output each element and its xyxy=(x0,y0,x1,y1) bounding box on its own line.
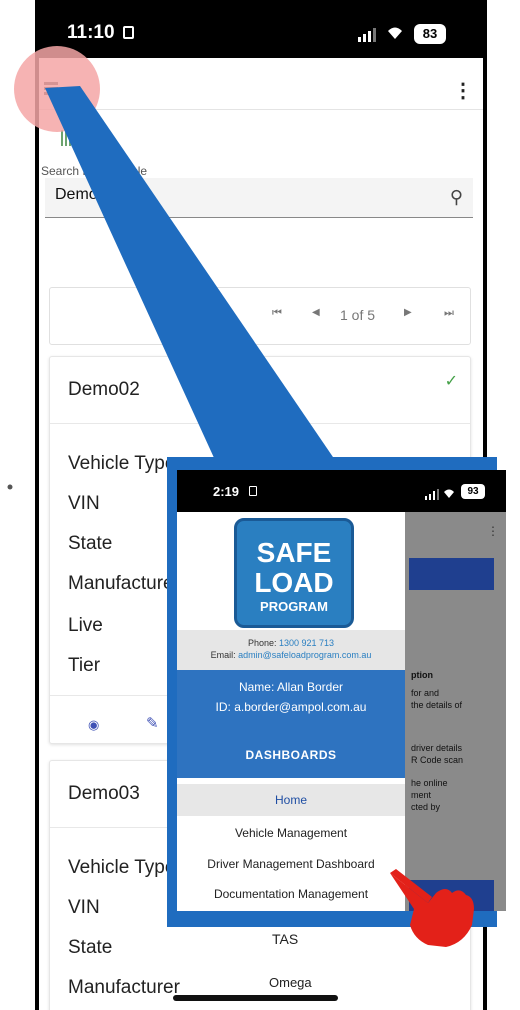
inset-app-screen: ⋮ ption for and the details of driver de… xyxy=(177,512,506,911)
background-text: for and xyxy=(411,688,440,698)
background-kebab-icon: ⋮ xyxy=(487,524,499,538)
state-value: TAS xyxy=(272,931,299,947)
background-text: ment xyxy=(411,790,432,800)
wifi-icon xyxy=(385,24,405,45)
status-time: 11:10 xyxy=(67,22,115,43)
first-page-icon[interactable]: ⏮ xyxy=(272,307,282,320)
field-label: VIN xyxy=(68,493,100,514)
last-page-icon[interactable]: ⏭ xyxy=(444,307,454,320)
pointing-hand-icon xyxy=(390,869,474,947)
top-app-bar: ⋮ xyxy=(39,58,483,110)
navigation-drawer: SAFE LOAD PROGRAM Phone: 1300 921 713 Em… xyxy=(177,512,405,911)
sim-icon xyxy=(123,26,134,39)
card-divider xyxy=(50,423,470,424)
background-text: cted by xyxy=(411,802,441,812)
edit-icon[interactable]: ✎ xyxy=(146,714,159,732)
user-id: ID: a.border@ampol.com.au xyxy=(215,700,367,714)
field-label: Vehicle Type xyxy=(68,453,176,474)
field-label: Manufacturer xyxy=(68,977,180,998)
manufacturer-value: Omega xyxy=(269,975,312,990)
background-header-bar xyxy=(409,558,494,590)
inset-battery-icon: 93 xyxy=(461,484,485,499)
more-options-icon[interactable]: ⋮ xyxy=(453,78,473,103)
menu-item-home[interactable]: Home xyxy=(177,784,405,816)
search-input[interactable] xyxy=(55,186,415,204)
field-label: Live xyxy=(68,615,103,636)
inset-status-time: 2:19 xyxy=(213,484,240,499)
menu-item-driver-management-dashboard[interactable]: Driver Management Dashboard xyxy=(177,857,405,871)
background-text: he online xyxy=(411,778,448,788)
zoomed-drawer-screenshot: 2:19 93 ⋮ ption for and the details of d… xyxy=(177,470,506,911)
inset-battery-level: 93 xyxy=(467,486,479,497)
background-text: driver details xyxy=(411,743,463,753)
safe-load-program-logo: SAFE LOAD PROGRAM xyxy=(234,518,354,628)
background-text: ption xyxy=(411,670,433,680)
inset-wifi-icon xyxy=(442,486,456,504)
field-label: State xyxy=(68,533,113,554)
page-indicator: 1 of 5 xyxy=(340,307,376,323)
search-label: Search for a vehicle xyxy=(41,164,148,178)
status-bar: 11:10 83 xyxy=(35,0,487,58)
inset-status-bar: 2:19 93 xyxy=(177,470,506,512)
menu-item-documentation-management[interactable]: Documentation Management xyxy=(177,887,405,901)
contact-info: Phone: 1300 921 713 Email: admin@safeloa… xyxy=(177,630,405,670)
background-text: R Code scan xyxy=(411,755,464,765)
field-label: Manufacturer xyxy=(68,573,180,594)
inset-sim-icon xyxy=(249,486,257,496)
vehicle-card-title: Demo02 xyxy=(68,379,140,400)
field-label: Tier xyxy=(68,655,101,676)
background-text: the details of xyxy=(411,700,463,710)
vehicle-card-title: Demo03 xyxy=(68,783,140,804)
user-profile-panel: Name: Allan Border ID: a.border@ampol.co… xyxy=(177,670,405,778)
battery-icon: 83 xyxy=(414,24,446,44)
field-label: Vehicle Type xyxy=(68,857,176,878)
menu-item-vehicle-management[interactable]: Vehicle Management xyxy=(177,826,405,840)
battery-level: 83 xyxy=(422,26,438,41)
hamburger-menu-icon[interactable] xyxy=(44,82,58,95)
previous-page-icon[interactable]: ◀ xyxy=(312,307,320,318)
email-link[interactable]: admin@safeloadprogram.com.au xyxy=(238,650,371,660)
dashboards-heading: DASHBOARDS xyxy=(245,748,337,762)
phone-link[interactable]: 1300 921 713 xyxy=(279,638,334,648)
pagination-bar: ⏮ ◀ 1 of 5 ▶ ⏭ xyxy=(49,287,471,345)
user-name: Name: Allan Border xyxy=(238,680,344,694)
signal-icon xyxy=(358,28,376,42)
search-field[interactable]: ⚲ xyxy=(45,178,473,218)
field-label: VIN xyxy=(68,897,100,918)
inset-signal-icon xyxy=(425,487,439,505)
field-label: State xyxy=(68,937,113,958)
view-icon[interactable]: ◉ xyxy=(88,717,99,733)
qr-code-icon[interactable] xyxy=(61,130,77,146)
check-icon: ✓ xyxy=(444,373,458,390)
next-page-icon[interactable]: ▶ xyxy=(404,307,412,318)
search-icon[interactable]: ⚲ xyxy=(450,187,463,208)
home-indicator xyxy=(173,995,338,1001)
